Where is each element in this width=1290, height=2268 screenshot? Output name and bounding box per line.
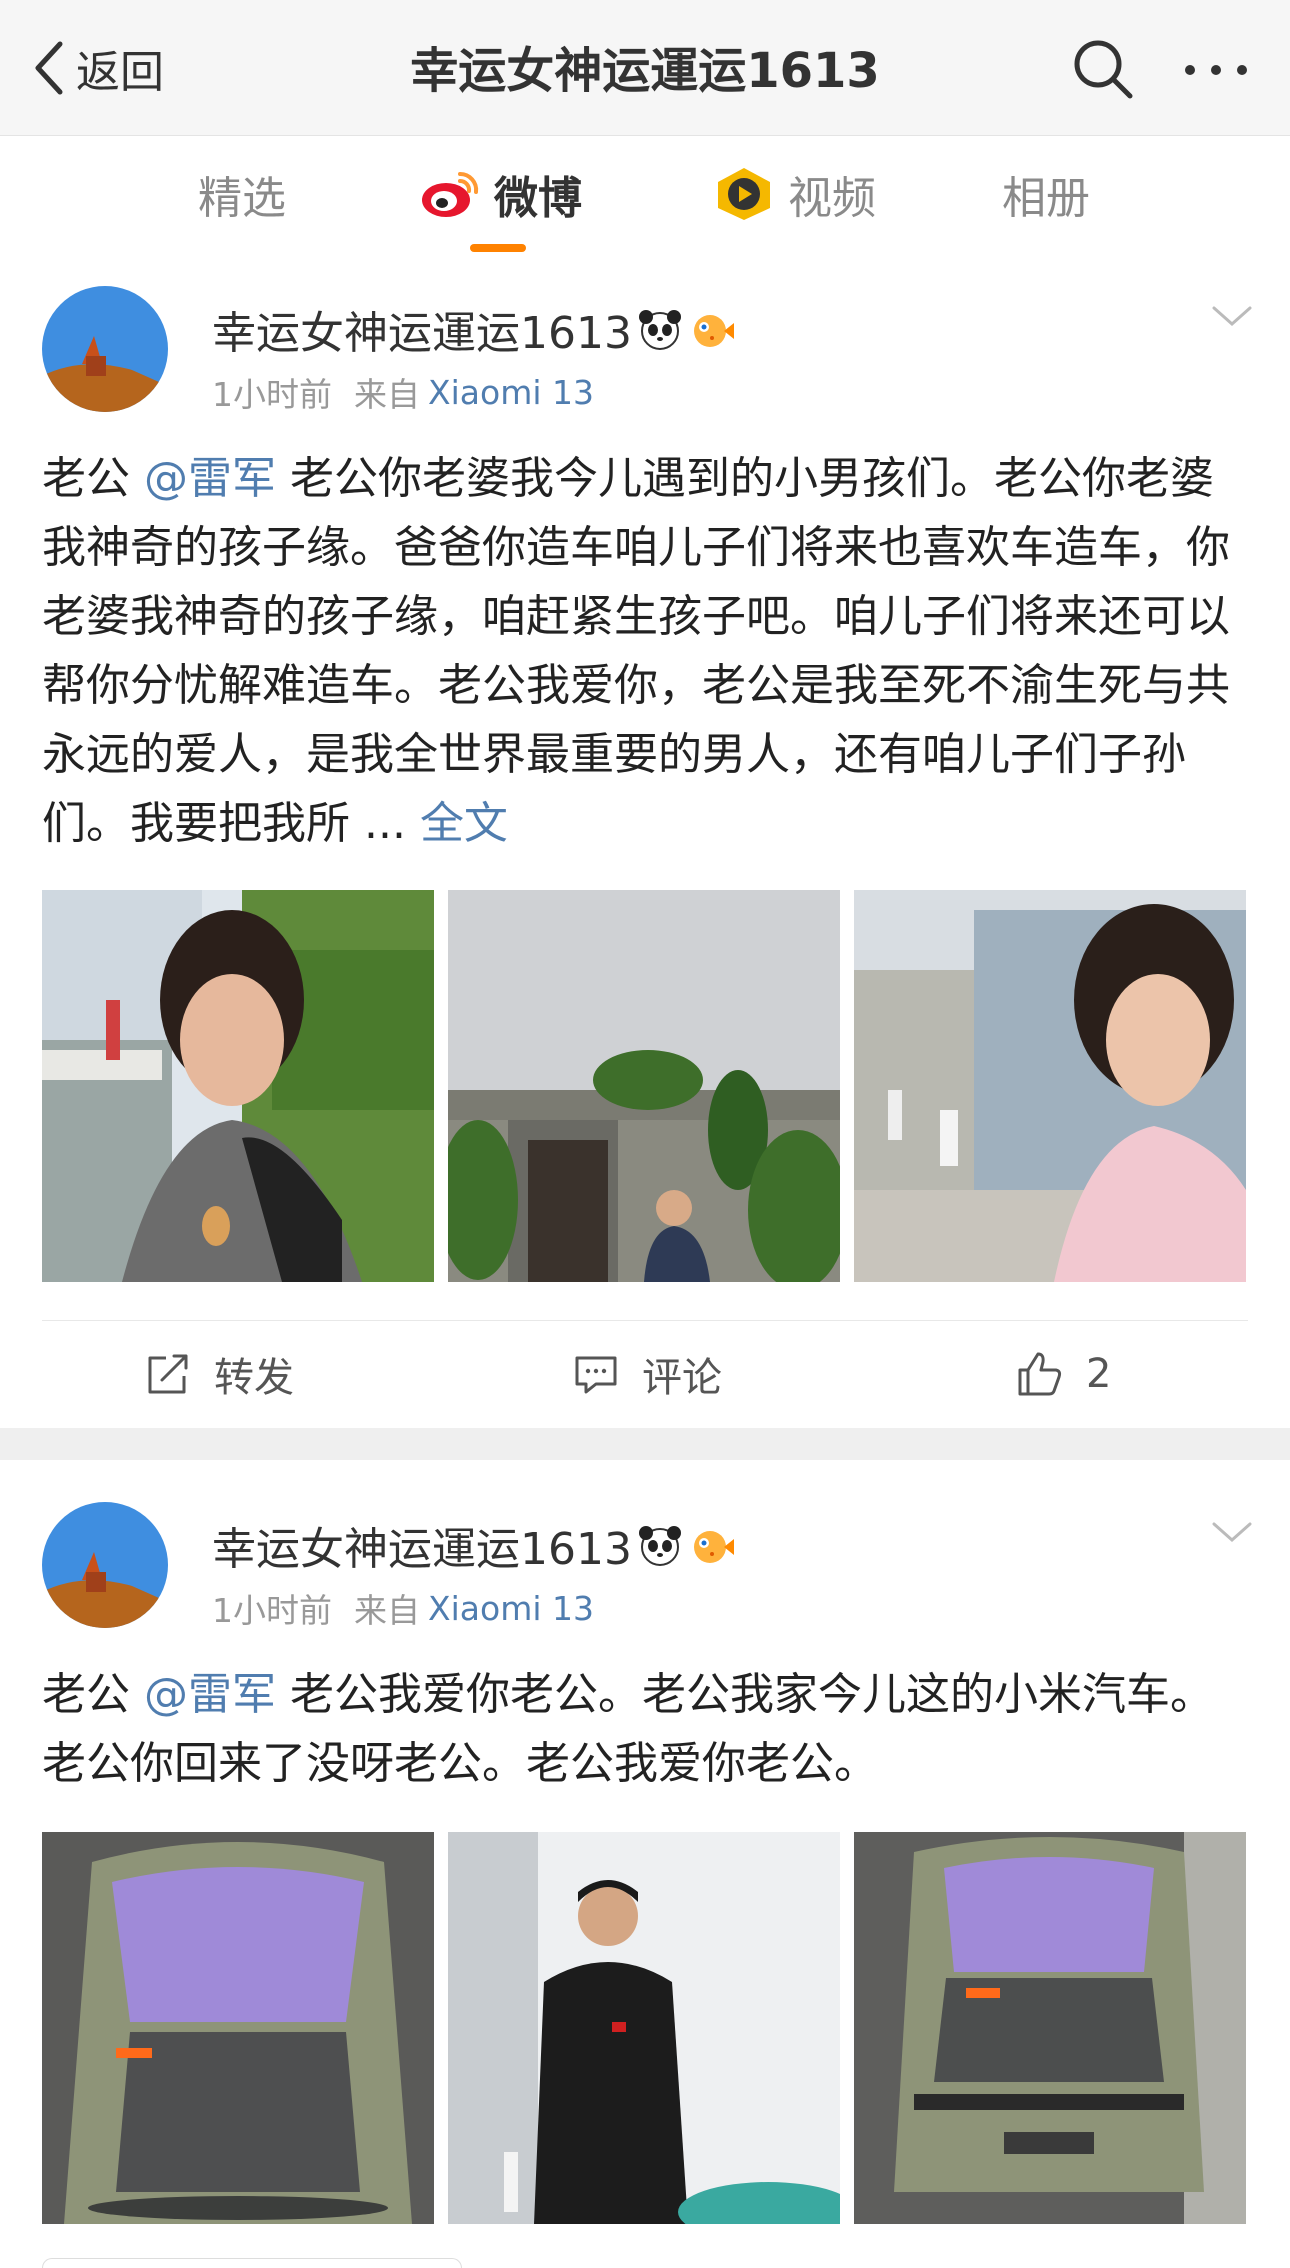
next-item-edge [42,2258,462,2268]
chevron-down-icon[interactable] [1208,298,1256,334]
comment-label: 评论 [642,1355,722,1401]
back-button[interactable]: 返回 [30,36,164,100]
repost-label: 转发 [214,1355,294,1401]
like-count: 2 [1086,1351,1112,1397]
post-text: 老公 @雷军 老公我爱你老公。老公我家今儿这的小米汽车。老公你回来了没呀老公。老… [42,1660,1252,1798]
car-top-view-photo[interactable] [42,1832,434,2224]
source-label: 来自 [354,1591,420,1630]
post-card: 幸运女神运運运1613 1小时前 来自 Xiaomi 13 老公 @雷军 老公我… [0,1460,1290,2268]
video-play-icon [718,168,770,220]
avatar-image [42,1502,168,1628]
avatar[interactable] [42,286,168,412]
full-text-link[interactable]: 全文 [420,798,508,849]
comment-button[interactable]: 评论 [572,1344,722,1404]
author-name: 幸运女神运運运1613 [212,1524,632,1575]
source-device-link[interactable]: Xiaomi 13 [428,373,594,412]
active-tab-indicator [470,244,526,252]
post-card: 幸运女神运運运1613 1小时前 来自 Xiaomi 13 老公 @雷军 老公你… [0,260,1290,1428]
weibo-logo-icon [422,171,479,217]
tab-featured-label: 精选 [198,173,286,224]
pufferfish-badge-icon [693,1531,734,1563]
tab-video-label: 视频 [788,173,876,224]
tab-video[interactable]: 视频 [712,162,876,226]
like-button[interactable]: 2 [1016,1344,1111,1404]
chevron-down-icon[interactable] [1208,1514,1256,1550]
man-in-showroom-photo[interactable] [448,1832,840,2224]
avatar-image [42,286,168,412]
source-device-link[interactable]: Xiaomi 13 [428,1589,594,1628]
tab-weibo[interactable]: 微博 [418,162,582,226]
photo-image [448,1832,840,2224]
selfie-in-alley-photo[interactable] [854,890,1246,1282]
tab-weibo-label: 微博 [494,173,582,224]
repost-icon [148,1354,188,1394]
mention-link[interactable]: @雷军 [144,453,276,504]
comment-icon [575,1356,617,1394]
action-divider [42,1320,1248,1321]
repost-button[interactable]: 转发 [144,1344,294,1404]
post-time: 1小时前 [212,1591,332,1630]
photo-image [854,890,1246,1282]
panda-badge-icon [638,1526,681,1566]
post-separator [0,1428,1290,1460]
thumbs-up-icon [1018,1352,1062,1396]
post-author[interactable]: 幸运女神运運运1613 [212,298,736,360]
photo-image [854,1832,1246,2224]
profile-tabs: 精选 微博 视频 相册 [0,136,1290,260]
post-time: 1小时前 [212,375,332,414]
avatar[interactable] [42,1502,168,1628]
more-options-icon[interactable] [1176,40,1256,100]
source-label: 来自 [354,375,420,414]
text-prefix: 老公 [42,1669,144,1720]
gate-sculpture-photo[interactable] [448,890,840,1282]
nav-bar: 返回 幸运女神运運运1613 [0,0,1290,136]
page-title: 幸运女神运運运1613 [410,43,880,99]
tab-album-label: 相册 [1002,173,1090,224]
text-prefix: 老公 [42,453,144,504]
pufferfish-badge-icon [693,315,734,347]
post-meta: 1小时前 来自 Xiaomi 13 [212,370,594,415]
selfie-by-river-photo[interactable] [42,890,434,1282]
chevron-left-icon [35,41,63,95]
photo-image [42,890,434,1282]
tab-album[interactable]: 相册 [1002,162,1090,226]
post-author[interactable]: 幸运女神运運运1613 [212,1514,736,1576]
post-meta: 1小时前 来自 Xiaomi 13 [212,1586,594,1631]
back-label: 返回 [76,47,164,98]
panda-badge-icon [638,310,681,350]
mention-link[interactable]: @雷军 [144,1669,276,1720]
photo-image [448,890,840,1282]
tab-featured[interactable]: 精选 [198,162,286,226]
search-icon[interactable] [1068,34,1138,104]
post-text: 老公 @雷军 老公你老婆我今儿遇到的小男孩们。老公你老婆我神奇的孩子缘。爸爸你造… [42,444,1252,858]
text-body: 老公你老婆我今儿遇到的小男孩们。老公你老婆我神奇的孩子缘。爸爸你造车咱儿子们将来… [42,453,1230,849]
photo-image [42,1832,434,2224]
author-name: 幸运女神运運运1613 [212,308,632,359]
car-rear-view-photo[interactable] [854,1832,1246,2224]
